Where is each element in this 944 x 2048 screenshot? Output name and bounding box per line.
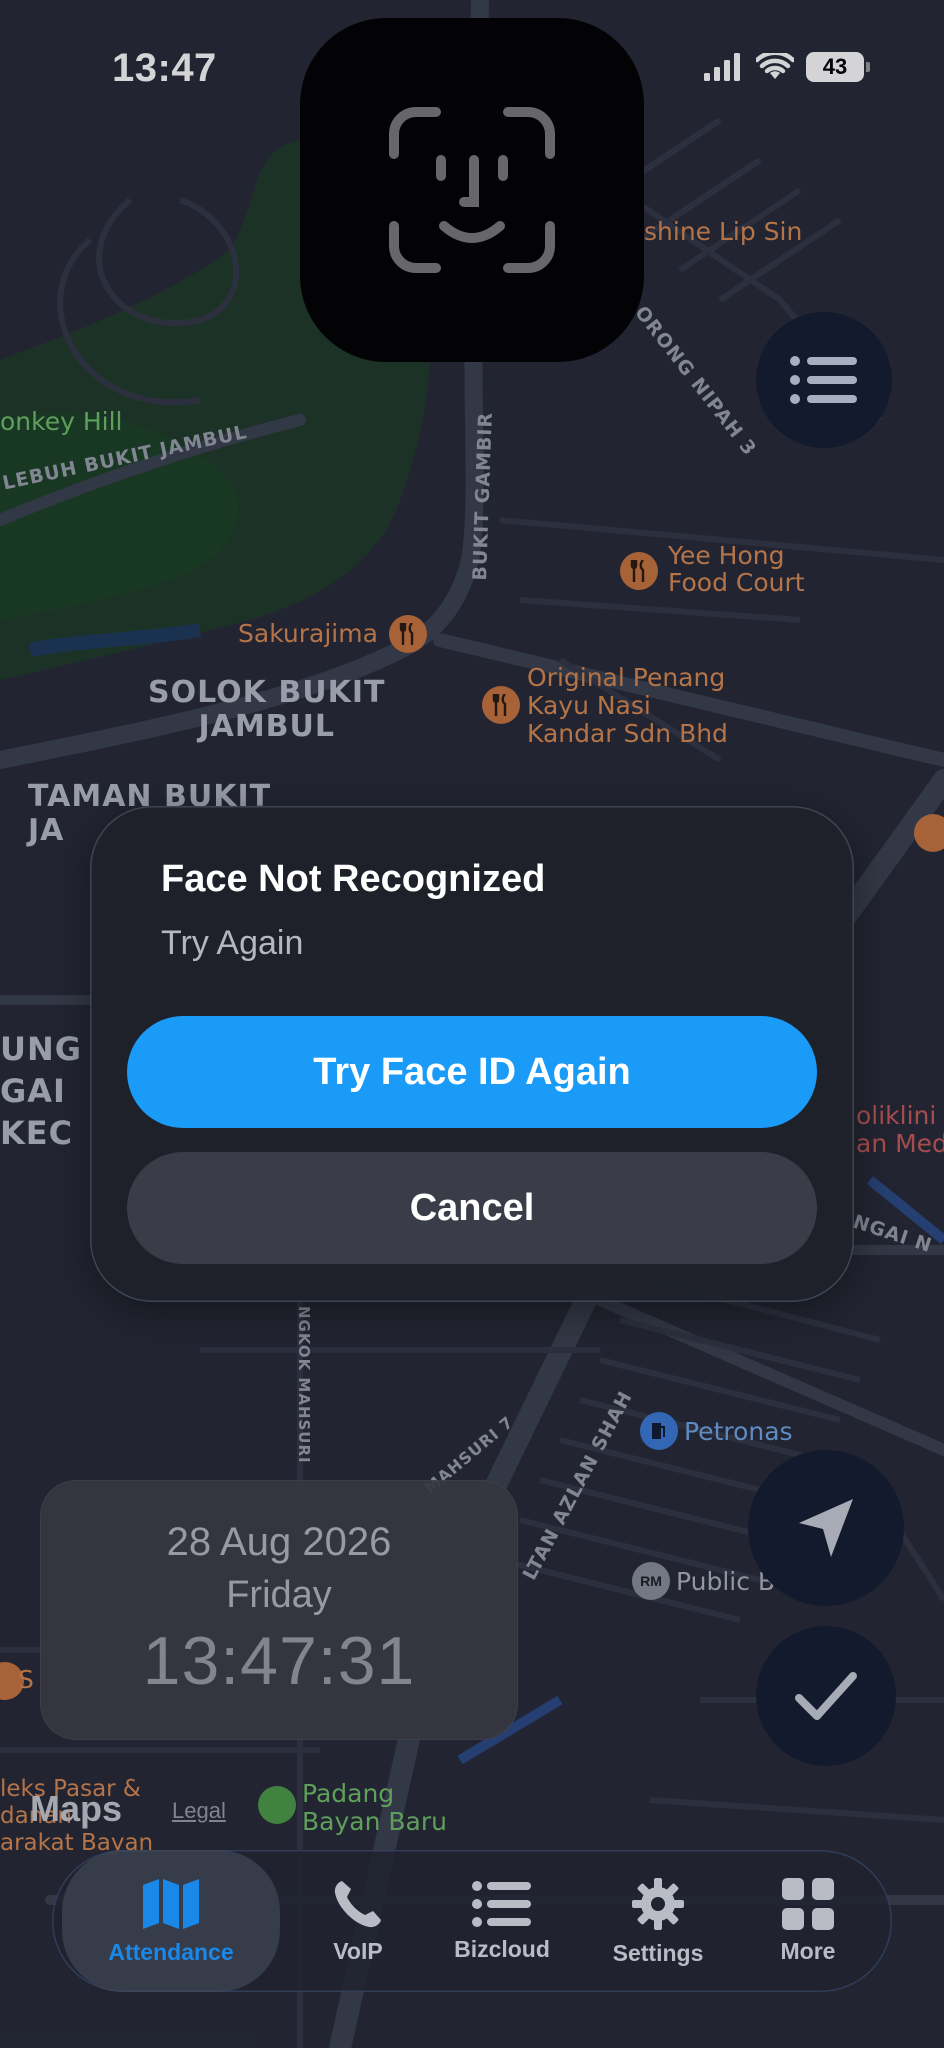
tab-bizcloud[interactable]: Bizcloud xyxy=(424,1850,580,1992)
tab-label: Bizcloud xyxy=(454,1935,550,1962)
tab-label: More xyxy=(780,1937,836,1964)
list-icon xyxy=(472,1880,531,1927)
tab-more[interactable]: More xyxy=(736,1850,880,1992)
cancel-button[interactable]: Cancel xyxy=(127,1152,817,1264)
gear-icon xyxy=(632,1877,684,1930)
alert-title: Face Not Recognized xyxy=(161,858,546,900)
tab-attendance[interactable]: Attendance xyxy=(62,1850,280,1992)
grid-icon xyxy=(782,1877,834,1930)
alert-message: Try Again xyxy=(161,924,304,962)
tab-bar: Attendance VoIP Bizcloud Settings More xyxy=(52,1850,892,1992)
face-id-alert: Face Not Recognized Try Again Try Face I… xyxy=(90,806,854,1302)
tab-label: VoIP xyxy=(333,1937,383,1964)
phone-icon xyxy=(334,1880,381,1927)
tab-voip[interactable]: VoIP xyxy=(292,1850,424,1992)
tab-label: Settings xyxy=(612,1939,704,1966)
try-face-id-again-button[interactable]: Try Face ID Again xyxy=(127,1016,817,1128)
map-icon xyxy=(143,1878,199,1929)
tab-label: Attendance xyxy=(108,1938,234,1965)
tab-settings[interactable]: Settings xyxy=(580,1850,736,1992)
